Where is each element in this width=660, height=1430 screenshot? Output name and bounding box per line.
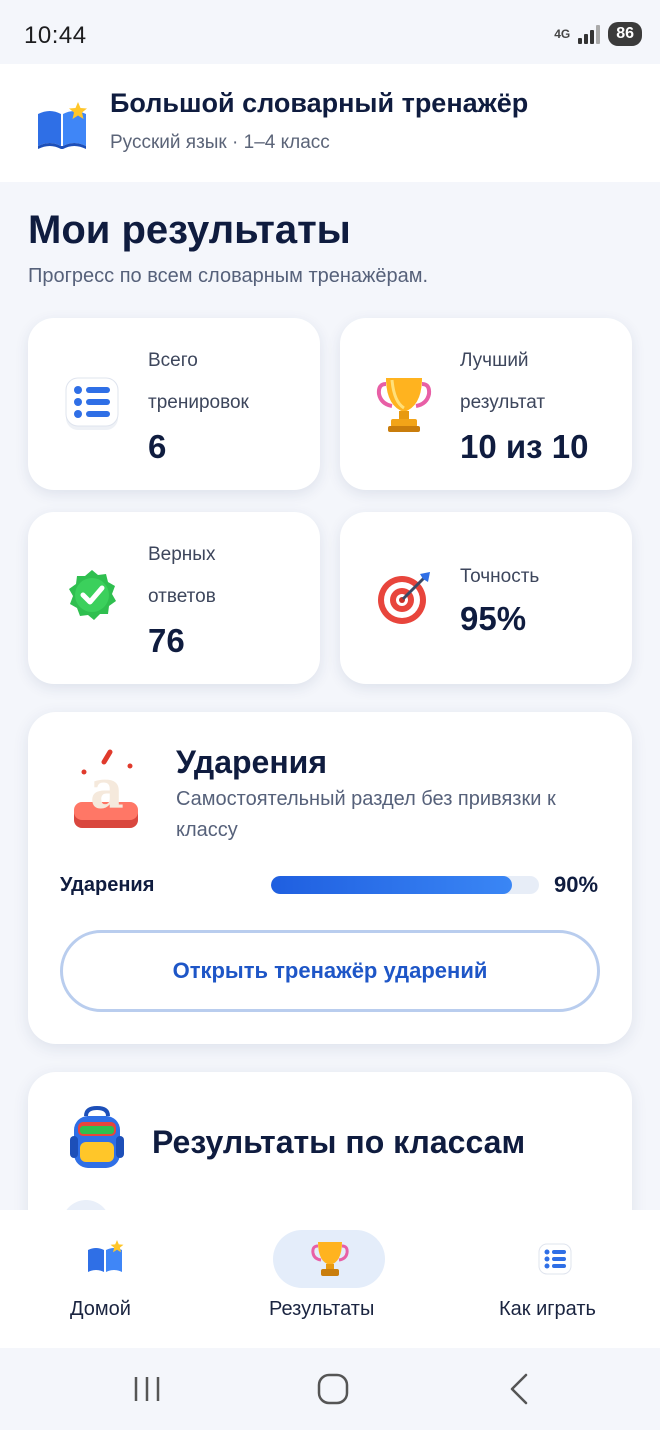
nav-label: Домой: [70, 1298, 131, 1320]
trophy-icon: [311, 1242, 349, 1276]
nav-label: Результаты: [269, 1298, 375, 1320]
check-badge-icon: [69, 570, 116, 620]
nav-results[interactable]: Результаты: [260, 1210, 400, 1348]
trophy-icon: [376, 378, 432, 432]
stat-accuracy: Точность 95%: [340, 512, 632, 684]
progress-fill: [271, 876, 513, 894]
bottom-nav: Домой Результаты Как играть: [0, 1210, 660, 1348]
recent-apps-icon[interactable]: [132, 1374, 162, 1404]
stat-value: 10 из 10: [460, 428, 589, 465]
stat-label: результат: [460, 392, 546, 413]
nav-how-to-play[interactable]: Как играть: [490, 1210, 630, 1348]
target-icon: [378, 572, 430, 624]
network-type: 4G: [554, 27, 571, 41]
status-icons: 4G 86: [554, 22, 642, 46]
app-header: Большой словарный тренажёр Русский язык …: [0, 64, 660, 182]
system-nav-bar: [0, 1348, 660, 1430]
progress-bar: [271, 876, 539, 894]
backpack-icon: [70, 1106, 124, 1168]
stress-title: Ударения: [176, 744, 328, 780]
stat-value: 95%: [460, 600, 527, 637]
stat-label: Точность: [460, 566, 540, 587]
page-subtitle: Прогресс по всем словарным тренажёрам.: [28, 265, 429, 287]
app-title: Большой словарный тренажёр: [110, 88, 529, 118]
stat-value: 6: [148, 428, 167, 465]
status-bar: 10:44 4G 86: [0, 0, 660, 64]
stat-label: тренировок: [148, 392, 249, 413]
stat-correct-answers: Верных ответов 76: [28, 512, 320, 684]
stat-total-trainings: Всего тренировок 6: [28, 318, 320, 490]
stat-label: Лучший: [460, 350, 529, 371]
battery-indicator: 86: [608, 22, 642, 46]
stress-description: Самостоятельный раздел без привязки к кл…: [176, 788, 556, 841]
nav-label: Как играть: [499, 1298, 596, 1320]
home-icon[interactable]: [316, 1372, 350, 1406]
stat-label: Всего: [148, 350, 198, 371]
list-icon: [538, 1243, 572, 1275]
stat-best-result: Лучший результат 10 из 10: [340, 318, 632, 490]
nav-home[interactable]: Домой: [40, 1210, 170, 1348]
progress-value: 90%: [554, 872, 599, 897]
signal-icon: [578, 24, 601, 44]
page-title: Мои результаты: [28, 208, 351, 252]
stress-card: a Ударения Самостоятельный раздел без пр…: [28, 712, 632, 1044]
classes-title: Результаты по классам: [152, 1124, 526, 1160]
open-book-star-icon: [88, 1240, 124, 1272]
stat-value: 76: [148, 622, 185, 659]
svg-text:a: a: [90, 760, 124, 821]
list-icon: [65, 377, 119, 430]
stat-label: Верных: [148, 544, 216, 565]
stat-label: ответов: [148, 586, 216, 607]
open-book-star-icon: [38, 102, 87, 149]
status-time: 10:44: [24, 22, 87, 49]
accent-letter-a-icon: a: [74, 749, 138, 828]
open-stress-trainer-button[interactable]: Открыть тренажёр ударений: [60, 930, 600, 1012]
back-icon[interactable]: [504, 1372, 534, 1406]
app-subtitle: Русский язык · 1–4 класс: [110, 132, 330, 153]
progress-label: Ударения: [60, 874, 155, 896]
